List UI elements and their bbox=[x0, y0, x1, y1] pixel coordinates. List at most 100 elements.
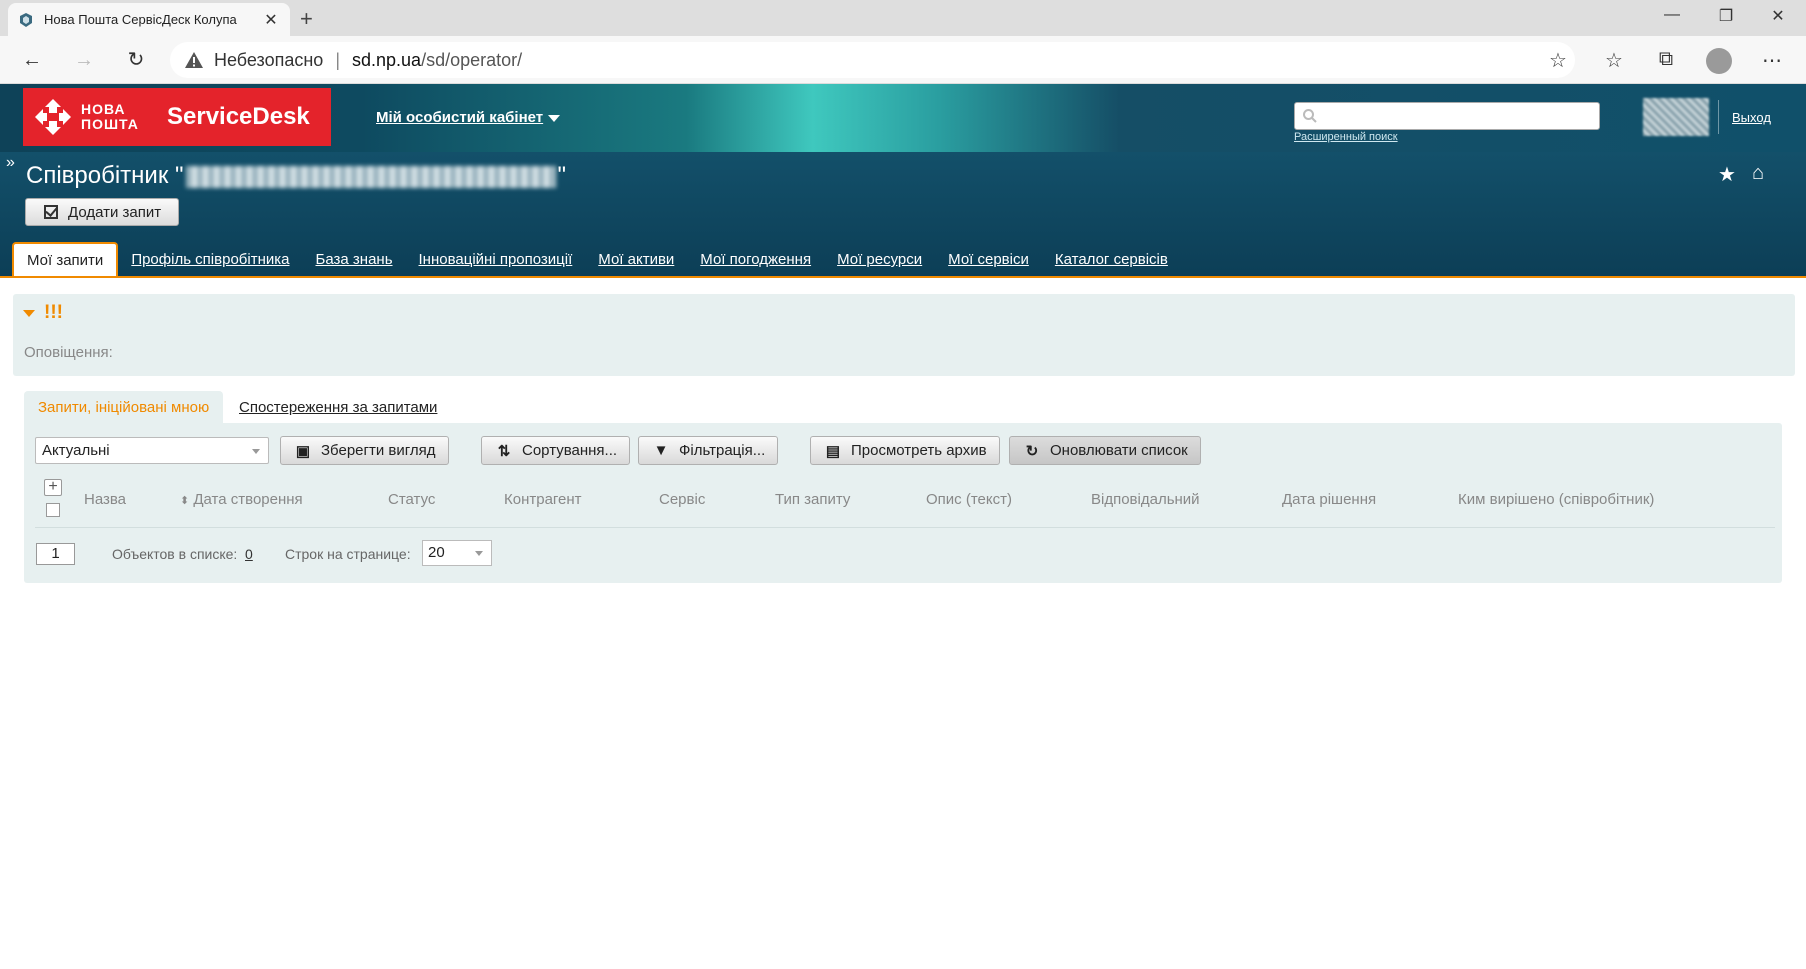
favorites-icon[interactable]: ☆ bbox=[1600, 48, 1628, 72]
rows-per-page-value: 20 bbox=[428, 544, 445, 561]
notifications-panel: !!! Оповіщення: bbox=[13, 294, 1795, 376]
tab-my-requests[interactable]: Мої запити bbox=[12, 242, 119, 278]
filter-button[interactable]: ▼ Фільтрація... bbox=[638, 436, 779, 465]
address-bar[interactable]: Небезопасно | sd.np.ua /sd/operator/ bbox=[170, 42, 1575, 78]
checkbox-icon bbox=[44, 205, 58, 219]
view-select[interactable]: Актуальні bbox=[35, 437, 269, 464]
tab-my-approvals[interactable]: Мої погодження bbox=[687, 251, 824, 278]
column-header-request-type[interactable]: Тип запиту bbox=[775, 491, 850, 508]
rows-per-page-select[interactable]: 20 bbox=[422, 540, 492, 566]
view-select-value: Актуальні bbox=[42, 442, 110, 459]
page-number-input[interactable]: 1 bbox=[36, 543, 75, 565]
url-host: sd.np.ua bbox=[352, 49, 422, 70]
chevron-down-icon bbox=[252, 449, 260, 454]
column-header-name[interactable]: Назва bbox=[84, 491, 126, 508]
new-tab-icon[interactable]: + bbox=[300, 6, 313, 32]
favorite-star-icon[interactable]: ★ bbox=[1718, 162, 1736, 187]
security-label: Небезопасно bbox=[214, 49, 324, 70]
tab-knowledge-base[interactable]: База знань bbox=[303, 251, 406, 278]
browser-tab[interactable]: Нова Пошта СервісДеск Колупа ✕ bbox=[8, 3, 290, 36]
browser-toolbar: ← → ↻ Небезопасно | sd.np.ua /sd/operato… bbox=[0, 36, 1806, 84]
tab-my-assets[interactable]: Мої активи bbox=[585, 251, 687, 278]
tab-innovations[interactable]: Інноваційні пропозиції bbox=[406, 251, 586, 278]
home-icon[interactable]: ⌂ bbox=[1752, 162, 1764, 185]
logo-text: НОВА ПОШТА bbox=[81, 101, 139, 132]
column-header-counterparty[interactable]: Контрагент bbox=[504, 491, 582, 508]
save-icon: ▣ bbox=[295, 442, 311, 460]
page-title-suffix: " bbox=[557, 162, 567, 189]
search-input[interactable] bbox=[1294, 102, 1600, 130]
url-separator: | bbox=[335, 49, 340, 70]
archive-label: Просмотреть архив bbox=[851, 442, 987, 459]
tab-watched-requests[interactable]: Спостереження за запитами bbox=[225, 391, 451, 424]
search-icon bbox=[1303, 109, 1317, 123]
app-header: НОВА ПОШТА ServiceDesk Мій особистий каб… bbox=[0, 84, 1806, 278]
chevron-down-icon bbox=[548, 114, 561, 122]
objects-count-label: Объектов в списке: bbox=[112, 546, 238, 562]
nav-underline bbox=[0, 276, 1806, 278]
column-header-resolution-date[interactable]: Дата рішення bbox=[1282, 491, 1376, 508]
add-row-icon[interactable]: + bbox=[44, 479, 62, 496]
refresh-icon: ↻ bbox=[1025, 442, 1039, 460]
add-request-label: Додати запит bbox=[68, 203, 162, 221]
column-header-service[interactable]: Сервіс bbox=[659, 491, 705, 508]
column-header-description[interactable]: Опис (текст) bbox=[926, 491, 1012, 508]
objects-count-value[interactable]: 0 bbox=[245, 546, 253, 562]
advanced-search-link[interactable]: Расширенный поиск bbox=[1294, 131, 1398, 143]
warning-icon bbox=[185, 52, 203, 68]
logout-link[interactable]: Выход bbox=[1732, 110, 1771, 125]
minimize-icon[interactable]: — bbox=[1652, 6, 1692, 24]
save-view-label: Зберегти вигляд bbox=[321, 442, 436, 459]
main-nav: Мої запити Профіль співробітника База зн… bbox=[12, 240, 1181, 278]
tab-initiated-requests[interactable]: Запити, ініційовані мною bbox=[24, 391, 224, 424]
cabinet-menu[interactable]: Мій особистий кабінет bbox=[376, 109, 561, 126]
sorting-button[interactable]: ⇅ Сортування... bbox=[481, 436, 631, 465]
cabinet-label: Мій особистий кабінет bbox=[376, 109, 544, 126]
table-divider bbox=[35, 527, 1775, 528]
back-icon[interactable]: ← bbox=[18, 46, 46, 74]
expand-panel-icon[interactable]: » bbox=[6, 154, 15, 172]
refresh-list-button[interactable]: ↻ Оновлювати список bbox=[1009, 436, 1201, 465]
refresh-label: Оновлювати список bbox=[1050, 442, 1188, 459]
notifications-label: Оповіщення: bbox=[24, 344, 113, 361]
restore-icon[interactable]: ❐ bbox=[1706, 6, 1746, 26]
tab-service-catalog[interactable]: Каталог сервісів bbox=[1042, 251, 1181, 278]
tab-my-resources[interactable]: Мої ресурси bbox=[824, 251, 935, 278]
select-all-checkbox[interactable] bbox=[46, 503, 60, 517]
more-icon[interactable]: ⋯ bbox=[1758, 48, 1786, 72]
archive-button[interactable]: ▤ Просмотреть архив bbox=[810, 436, 1000, 465]
browser-tabbar: Нова Пошта СервісДеск Колупа ✕ + — ❐ ✕ bbox=[0, 0, 1806, 36]
header-divider bbox=[1718, 100, 1719, 134]
forward-icon[interactable]: → bbox=[70, 46, 98, 74]
tab-title: Нова Пошта СервісДеск Колупа bbox=[44, 12, 237, 27]
sort-icon: ⇅ bbox=[497, 442, 511, 460]
collapse-triangle-icon[interactable] bbox=[23, 310, 35, 317]
save-view-button[interactable]: ▣ Зберегти вигляд bbox=[280, 436, 449, 465]
user-avatar[interactable] bbox=[1643, 98, 1709, 136]
collections-icon[interactable]: ⧉ bbox=[1652, 48, 1680, 72]
window-close-icon[interactable]: ✕ bbox=[1758, 6, 1798, 26]
add-favorite-icon[interactable]: ☆ bbox=[1544, 48, 1572, 72]
filter-icon: ▼ bbox=[653, 442, 669, 459]
add-request-button[interactable]: Додати запит bbox=[25, 198, 179, 226]
column-header-resolved-by[interactable]: Ким вирішено (співробітник) bbox=[1458, 491, 1654, 508]
column-header-status[interactable]: Статус bbox=[388, 491, 435, 508]
nova-poshta-logo[interactable]: НОВА ПОШТА ServiceDesk bbox=[23, 88, 331, 146]
profile-avatar[interactable] bbox=[1706, 48, 1732, 74]
column-header-created-label: Дата створення bbox=[193, 491, 303, 508]
product-name: ServiceDesk bbox=[167, 103, 310, 130]
column-header-responsible[interactable]: Відповідальний bbox=[1091, 491, 1200, 508]
reload-icon[interactable]: ↻ bbox=[122, 46, 150, 74]
logo-mark-icon bbox=[35, 99, 71, 135]
page-title-prefix: Співробітник " bbox=[26, 162, 184, 189]
tab-my-services[interactable]: Мої сервіси bbox=[935, 251, 1042, 278]
column-header-created[interactable]: ⬍ Дата створення bbox=[180, 491, 303, 508]
url-path: /sd/operator/ bbox=[421, 49, 523, 70]
chevron-down-icon bbox=[475, 551, 483, 556]
tab-close-icon[interactable]: ✕ bbox=[262, 10, 280, 30]
tab-employee-profile[interactable]: Профіль співробітника bbox=[118, 251, 302, 278]
site-favicon-icon bbox=[20, 12, 32, 27]
sorting-label: Сортування... bbox=[522, 442, 618, 459]
page-title: Співробітник " " bbox=[26, 162, 566, 190]
notifications-marker[interactable]: !!! bbox=[44, 302, 63, 324]
